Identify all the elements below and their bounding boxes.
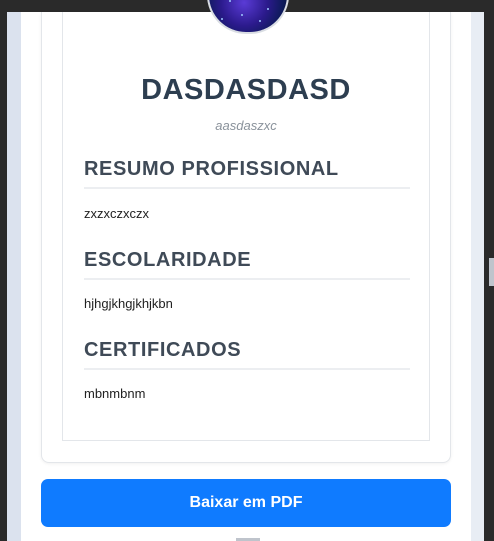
section-title-escolaridade: ESCOLARIDADE xyxy=(84,249,410,280)
section-title-certificados: CERTIFICADOS xyxy=(84,339,410,370)
scrollbar-track[interactable] xyxy=(471,12,484,541)
scrollbar-thumb[interactable] xyxy=(489,258,494,286)
download-pdf-button[interactable]: Baixar em PDF xyxy=(41,479,451,527)
resume-card: DASDASDASD aasdaszxc RESUMO PROFISSIONAL… xyxy=(41,0,451,463)
profile-subtitle: aasdaszxc xyxy=(215,118,277,133)
section-title-resumo: RESUMO PROFISSIONAL xyxy=(84,158,410,189)
resume-preview: DASDASDASD aasdaszxc RESUMO PROFISSIONAL… xyxy=(62,0,430,441)
avatar xyxy=(207,0,289,34)
section-text-certificados: mbnmbnm xyxy=(84,386,146,401)
section-text-escolaridade: hjhgjkhgjkhjkbn xyxy=(84,296,173,311)
profile-name: DASDASDASD xyxy=(141,74,351,106)
section-text-resumo: zxzxczxczx xyxy=(84,206,149,221)
